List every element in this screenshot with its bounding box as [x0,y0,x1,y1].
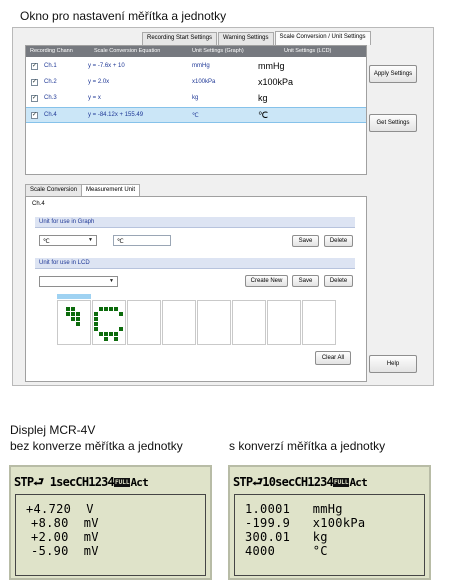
lcd-delete-button[interactable]: Delete [324,275,353,287]
editor-cursor-indicator [57,294,91,299]
equation: y = -7.6x + 10 [88,63,125,69]
table-row-selected[interactable]: ✓ Ch.4 y = -84.12x + 155.49 ℃ ℃ [26,107,366,123]
lcd-status-line: STP⮐10secCH1234FULLAct [230,467,429,489]
equation: y = -84.12x + 155.49 [88,112,144,118]
measurement-unit-panel: Ch.4 Unit for use in Graph ℃ ▼ ℃ Save De… [25,196,367,382]
table-row[interactable]: ✓ Ch.2 y = 2.0x x100kPa x100kPa [26,75,366,91]
return-arrow-icon: ⮐ [252,475,263,489]
equation: y = 2.0x [88,79,110,85]
channel-name: Ch.4 [44,112,57,118]
chevron-down-icon: ▼ [109,278,114,284]
channel-name: Ch.1 [44,63,57,69]
lcd-reading-line: -5.90 mV [16,544,99,558]
lcd-display-without-conversion: STP⮐ 1secCH1234FULLAct +4.720 V +8.80 mV… [9,465,212,580]
lcd-reading-line: 1.0001 mmHg [245,502,343,516]
char-cell[interactable] [232,300,266,345]
graph-unit-text-field[interactable]: ℃ [113,235,171,246]
lcd-reading-line: +8.80 mV [16,516,99,530]
create-new-button[interactable]: Create New [245,275,288,287]
graph-unit: kg [192,95,199,101]
lcd-interval: 1sec [43,475,77,489]
lcd-readings: +4.720 V +8.80 mV +2.00 mV -5.90 mV [15,494,206,576]
lcd-channels: CH1234 [294,475,333,489]
lcd-display-with-conversion: STP⮐10secCH1234FULLAct 1.0001 mmHg -199.… [228,465,431,580]
settings-window: Recording Start Settings Warning Setting… [12,27,434,386]
graph-unit-combo-value: ℃ [43,239,50,245]
lcd-interval: 10sec [262,475,295,489]
lcd-unit: mmHg [258,61,285,71]
lcd-status-line: STP⮐ 1secCH1234FULLAct [11,467,210,489]
tab-scale-conversion-unit-settings[interactable]: Scale Conversion / Unit Settings [274,31,371,45]
channel-checkbox[interactable]: ✓ [31,95,38,102]
header-unit-lcd: Unit Settings (LCD) [284,48,332,54]
graph-unit: x100kPa [192,79,216,85]
channel-name: Ch.3 [44,95,57,101]
char-cell[interactable] [57,300,91,345]
lcd-reading-line: -199.9 x100kPa [245,516,366,530]
degree-c-glyph [66,307,80,326]
lcd-unit: kg [258,93,268,103]
tab-warning-settings[interactable]: Warning Settings [218,32,274,45]
return-arrow-icon: ⮐ [33,475,44,489]
table-row[interactable]: ✓ Ch.3 y = x kg kg [26,91,366,107]
lcd-unit: x100kPa [258,77,294,87]
unit-settings-panel: Scale Conversion Measurement Unit Ch.4 U… [25,184,367,382]
graph-save-button[interactable]: Save [292,235,319,247]
chevron-down-icon: ▼ [88,237,93,243]
header-recording-channel: Recording Chann [30,48,73,54]
display-caption-right: s konverzí měřítka a jednotky [229,439,386,453]
graph-unit: mmHg [192,63,210,69]
lcd-save-button[interactable]: Save [292,275,319,287]
table-row[interactable]: ✓ Ch.1 y = -7.6x + 10 mmHg mmHg [26,59,366,75]
help-button[interactable]: Help [369,355,417,373]
char-cell[interactable] [92,300,126,345]
get-settings-button[interactable]: Get Settings [369,114,417,132]
channel-name: Ch.2 [44,79,57,85]
lcd-reading-line: +2.00 mV [16,530,99,544]
lcd-readings: 1.0001 mmHg -199.9 x100kPa 300.01 kg 400… [234,494,425,576]
lcd-full-badge: FULL [113,478,131,487]
lcd-reading-line: +4.720 V [26,502,94,516]
display-caption-line1: Displej MCR-4V [10,423,96,437]
lcd-full-badge: FULL [332,478,350,487]
equation: y = x [88,95,101,101]
char-cell[interactable] [127,300,161,345]
tab-recording-start-settings[interactable]: Recording Start Settings [142,32,218,45]
lcd-act: Act [130,476,148,489]
header-scale-equation: Scale Conversion Equation [94,48,161,54]
lcd-unit-group-title: Unit for use in LCD [35,258,355,269]
channel-table-panel: Recording Chann Scale Conversion Equatio… [25,45,367,175]
graph-unit: ℃ [192,113,199,119]
lcd-channels: CH1234 [75,475,114,489]
apply-settings-button[interactable]: Apply Settings [369,65,417,83]
display-caption-line2: bez konverze měřítka a jednotky [10,439,183,453]
tab-scale-conversion[interactable]: Scale Conversion [25,184,83,196]
clear-all-button[interactable]: Clear All [315,351,351,365]
top-tab-bar: Recording Start Settings Warning Setting… [141,31,371,45]
lcd-stp: STP [14,475,34,489]
lcd-unit: ℃ [258,110,269,120]
graph-delete-button[interactable]: Delete [324,235,353,247]
channel-checkbox[interactable]: ✓ [31,112,38,119]
char-cell[interactable] [197,300,231,345]
lcd-reading-line: 4000 °C [245,544,328,558]
channel-checkbox[interactable]: ✓ [31,79,38,86]
lcd-unit-combo[interactable]: ▼ [39,276,118,287]
char-cell[interactable] [302,300,336,345]
header-unit-graph: Unit Settings (Graph) [192,48,244,54]
channel-checkbox[interactable]: ✓ [31,63,38,70]
window-caption: Okno pro nastavení měřítka a jednotky [20,9,227,23]
lcd-stp: STP [233,475,253,489]
char-cell[interactable] [162,300,196,345]
letter-c-glyph [94,307,123,341]
lcd-act: Act [349,476,367,489]
graph-unit-group-title: Unit for use in Graph [35,217,355,228]
channel-label: Ch.4 [32,201,45,207]
char-cell[interactable] [267,300,301,345]
graph-unit-combo[interactable]: ℃ ▼ [39,235,97,246]
table-header: Recording Chann Scale Conversion Equatio… [26,46,366,57]
lcd-reading-line: 300.01 kg [245,530,328,544]
